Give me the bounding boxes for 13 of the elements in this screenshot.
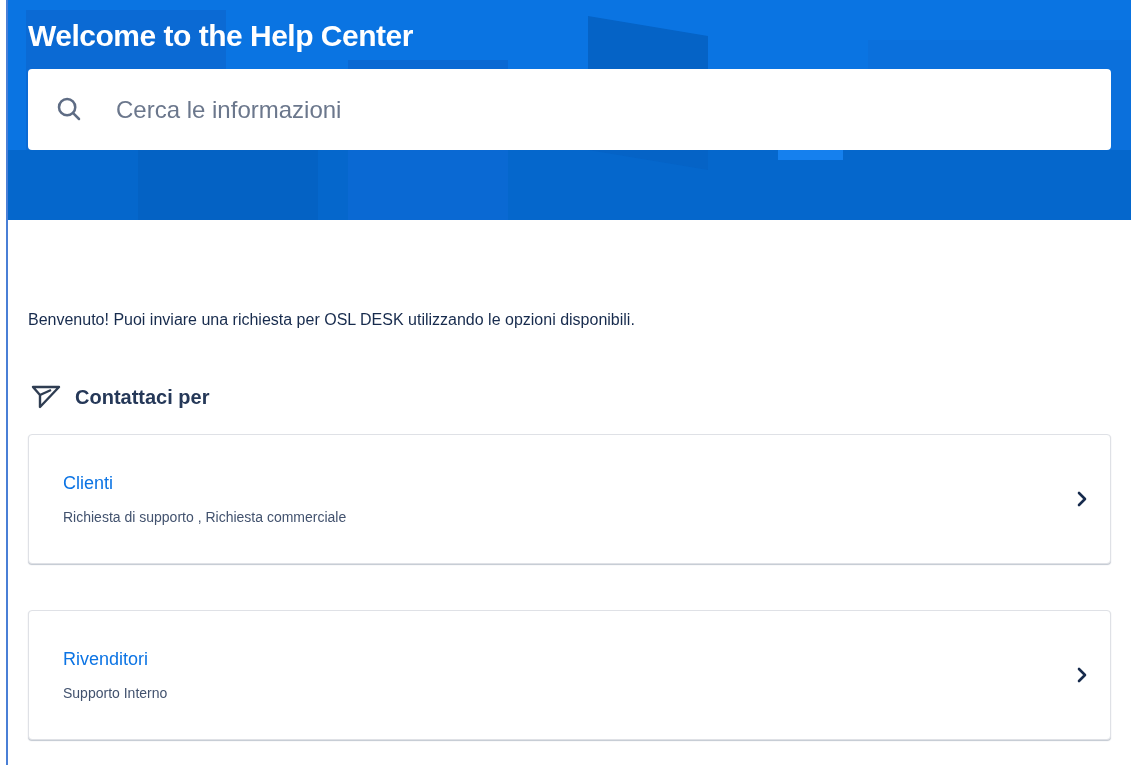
chevron-right-icon [1076, 490, 1088, 508]
send-icon [31, 384, 61, 410]
card-description: Supporto Interno [63, 684, 168, 703]
intro-text: Benvenuto! Puoi inviare una richiesta per OSL DESK utilizzando le opzioni disponibili. [28, 310, 636, 330]
request-card[interactable]: Clienti Richiesta di supporto , Richiesta commerciale [28, 434, 1111, 564]
request-card[interactable]: Rivenditori Supporto Interno [28, 610, 1111, 740]
search-field[interactable]: Cerca le informazioni [28, 69, 1111, 150]
page-title: Welcome to the Help Center [28, 18, 414, 54]
card-title: Clienti [63, 472, 115, 495]
section-heading: Contattaci per [75, 385, 210, 410]
card-description: Richiesta di supporto , Richiesta commerciale [63, 508, 347, 527]
card-title: Rivenditori [63, 648, 150, 671]
chevron-right-icon [1076, 666, 1088, 684]
